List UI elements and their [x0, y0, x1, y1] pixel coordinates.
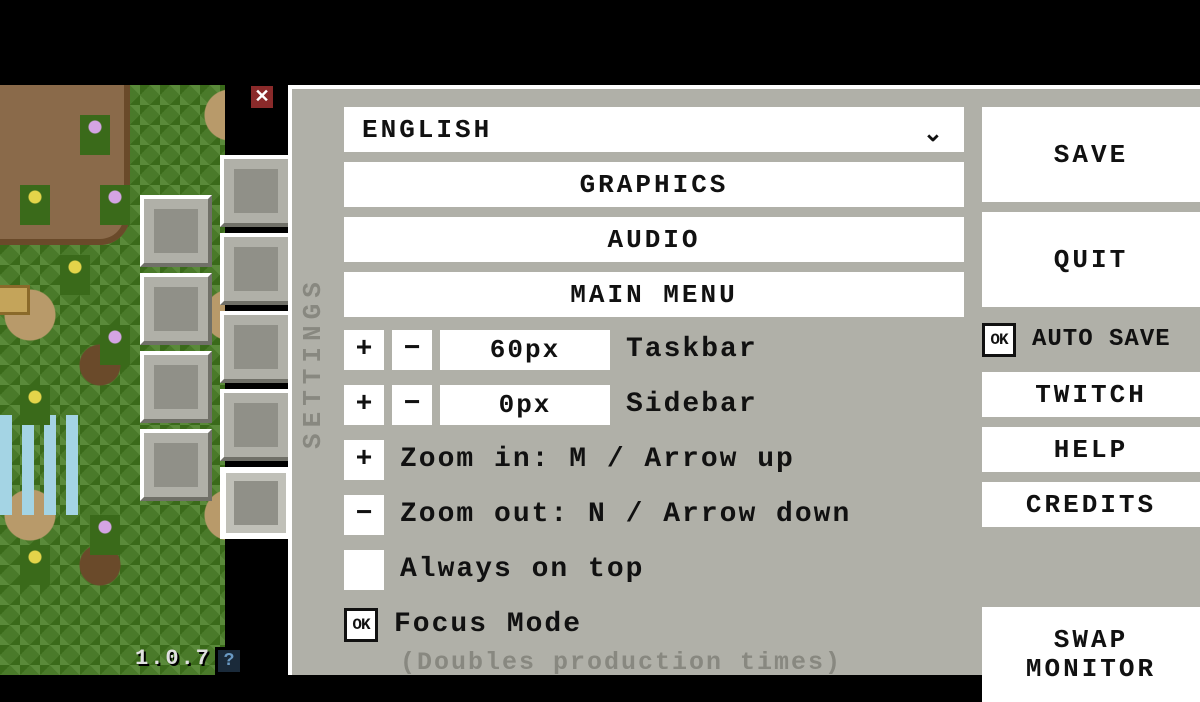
- auto-save-label: AUTO SAVE: [1032, 326, 1171, 353]
- taskbar-minus-button[interactable]: −: [392, 330, 432, 370]
- help-button[interactable]: HELP: [982, 427, 1200, 472]
- focus-mode-row: OK Focus Mode: [344, 602, 964, 647]
- language-dropdown[interactable]: ENGLISH ⌄: [344, 107, 964, 152]
- zoom-in-label: Zoom in: M / Arrow up: [400, 444, 795, 475]
- tool-harvest[interactable]: [220, 233, 292, 305]
- panel-title: SETTINGS: [298, 276, 328, 449]
- tool-bee[interactable]: [140, 195, 212, 267]
- save-button[interactable]: SAVE: [982, 107, 1200, 202]
- grid-icon: [154, 365, 198, 409]
- game-area: 1.0.7 ✕ ? SETTINGS ENGLISH ⌄ GR: [0, 85, 1200, 675]
- tool-notes[interactable]: [140, 429, 212, 501]
- sidebar-size-row: + − 0px Sidebar: [344, 382, 964, 427]
- sidebar-plus-button[interactable]: +: [344, 385, 384, 425]
- credits-button[interactable]: CREDITS: [982, 482, 1200, 527]
- flower-icon: [234, 403, 278, 447]
- focus-mode-sublabel: (Doubles production times): [400, 648, 842, 677]
- zoom-in-button[interactable]: +: [344, 440, 384, 480]
- language-selected: ENGLISH: [362, 115, 492, 145]
- sidebar-minus-button[interactable]: −: [392, 385, 432, 425]
- focus-mode-label: Focus Mode: [394, 609, 582, 640]
- sidebar-label: Sidebar: [626, 389, 758, 420]
- gear-icon: [234, 481, 278, 525]
- flower: [20, 185, 50, 225]
- notes-icon: [154, 443, 198, 487]
- twitch-button[interactable]: TWITCH: [982, 372, 1200, 417]
- main-menu-button[interactable]: MAIN MENU: [344, 272, 964, 317]
- close-icon: ✕: [254, 86, 269, 108]
- taskbar-label: Taskbar: [626, 334, 758, 365]
- flower: [80, 115, 110, 155]
- settings-main-column: ENGLISH ⌄ GRAPHICS AUDIO MAIN MENU + − 6…: [344, 107, 964, 677]
- always-on-top-label: Always on top: [400, 554, 644, 585]
- taskbar-row: + − 60px Taskbar: [344, 327, 964, 372]
- chevron-down-icon: ⌄: [923, 119, 946, 149]
- tool-flower[interactable]: [220, 389, 292, 461]
- tool-wrench[interactable]: [220, 311, 292, 383]
- always-on-top-checkbox[interactable]: [344, 550, 384, 590]
- zoom-out-row: − Zoom out: N / Arrow down: [344, 492, 964, 537]
- help-corner-button[interactable]: ?: [215, 647, 243, 675]
- taskbar-value: 60px: [440, 330, 610, 370]
- zoom-out-label: Zoom out: N / Arrow down: [400, 499, 851, 530]
- wrench-icon: [234, 325, 278, 369]
- flower: [100, 325, 130, 365]
- focus-mode-sub-row: (Doubles production times): [344, 647, 964, 677]
- focus-mode-checkbox[interactable]: OK: [344, 608, 378, 642]
- settings-side-column: SAVE QUIT OK AUTO SAVE TWITCH HELP CREDI…: [982, 107, 1200, 702]
- swap-monitor-line1: SWAP: [1054, 626, 1128, 655]
- tool-jar[interactable]: [220, 155, 292, 227]
- tool-grid[interactable]: [140, 351, 212, 423]
- swap-monitor-line2: MONITOR: [1026, 655, 1156, 684]
- flower: [20, 545, 50, 585]
- auto-save-row: OK AUTO SAVE: [982, 317, 1200, 362]
- swap-monitor-button[interactable]: SWAP MONITOR: [982, 607, 1200, 702]
- zoom-out-button[interactable]: −: [344, 495, 384, 535]
- crate: [0, 285, 30, 315]
- fence: [0, 415, 80, 515]
- sidebar-value: 0px: [440, 385, 610, 425]
- zoom-in-row: + Zoom in: M / Arrow up: [344, 437, 964, 482]
- help-icon: ?: [224, 651, 235, 671]
- graphics-button[interactable]: GRAPHICS: [344, 162, 964, 207]
- jar-icon: [234, 169, 278, 213]
- bee-icon: [154, 209, 198, 253]
- harvest-icon: [234, 247, 278, 291]
- taskbar-plus-button[interactable]: +: [344, 330, 384, 370]
- close-button[interactable]: ✕: [248, 83, 276, 111]
- audio-button[interactable]: AUDIO: [344, 217, 964, 262]
- always-on-top-row: Always on top: [344, 547, 964, 592]
- bird-icon: [154, 287, 198, 331]
- tool-bird[interactable]: [140, 273, 212, 345]
- flower: [60, 255, 90, 295]
- auto-save-checkbox[interactable]: OK: [982, 323, 1016, 357]
- tool-settings[interactable]: [220, 467, 292, 539]
- flower: [100, 185, 130, 225]
- tool-sidebar: [140, 85, 280, 675]
- letterbox-top: [0, 0, 1200, 85]
- quit-button[interactable]: QUIT: [982, 212, 1200, 307]
- flower: [90, 515, 120, 555]
- settings-panel: SETTINGS ENGLISH ⌄ GRAPHICS AUDIO MAIN M…: [288, 85, 1200, 675]
- flower: [20, 385, 50, 425]
- spacer: [982, 537, 1200, 597]
